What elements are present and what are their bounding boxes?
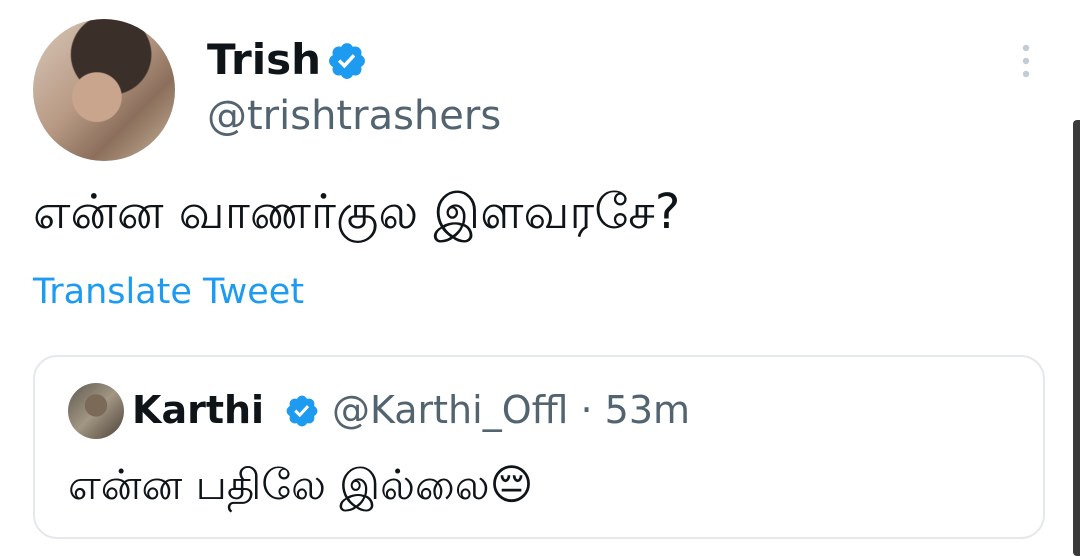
quoted-tweet-card[interactable]: Karthi @Karthi_Offl · 53m என்ன பதிலே இல்…: [33, 355, 1045, 539]
quoted-author-meta: @Karthi_Offl · 53m: [332, 387, 690, 433]
scrollbar[interactable]: [1073, 120, 1080, 556]
verified-icon: [326, 40, 368, 82]
more-vertical-icon[interactable]: [1014, 42, 1038, 82]
meta-separator: ·: [580, 388, 593, 432]
verified-icon: [284, 393, 320, 429]
quoted-tweet-body: என்ன பதிலே இல்லை: [68, 460, 490, 509]
translate-tweet-link[interactable]: Translate Tweet: [33, 270, 304, 314]
quoted-author-handle[interactable]: @Karthi_Offl: [332, 388, 568, 432]
author-handle[interactable]: @trishtrashers: [207, 93, 501, 139]
quoted-tweet-time[interactable]: 53m: [605, 388, 690, 432]
tweet-text: என்ன வாணர்குல இளவரசே?: [33, 184, 681, 240]
pensive-face-emoji-icon: 😔: [489, 460, 534, 509]
author-avatar[interactable]: [33, 19, 175, 161]
quoted-tweet-text: என்ன பதிலே இல்லை😔: [68, 455, 533, 515]
quoted-author-name[interactable]: Karthi: [132, 387, 264, 433]
author-name[interactable]: Trish: [207, 36, 321, 84]
quoted-author-avatar[interactable]: [68, 383, 124, 439]
